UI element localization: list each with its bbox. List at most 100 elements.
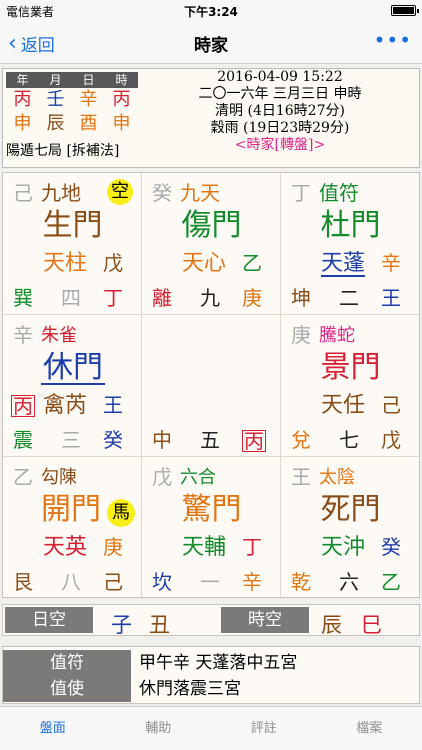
tab-files[interactable]: 檔案 — [317, 707, 422, 750]
tab-board[interactable]: 盤面 — [0, 707, 106, 750]
empty-badge: 空 — [107, 179, 133, 205]
earth-stem: 王 — [381, 286, 401, 310]
palace-number: 六 — [339, 570, 359, 594]
star-stem: 辛 — [381, 251, 401, 275]
branch-hour: 申 — [112, 113, 131, 134]
datetime: 2016-04-09 15:22 — [217, 69, 343, 85]
day-void-1: 子 — [111, 613, 132, 637]
earth-stem: 庚 — [242, 286, 262, 310]
earth-stem: 戊 — [381, 428, 401, 452]
star-stem: 丁 — [242, 535, 262, 559]
heaven-stem: 王 — [291, 465, 311, 489]
pillar-stems: 丙 壬 辛 丙 — [6, 88, 138, 112]
deity: 騰蛇 — [319, 325, 355, 346]
door: 杜門 — [320, 208, 381, 243]
pillar-branches: 申 辰 酉 申 — [6, 112, 138, 136]
branch-day: 酉 — [79, 113, 98, 134]
star: 天蓬 — [321, 251, 366, 277]
lunar-date: 二〇一六年 三月三日 申時 — [198, 86, 362, 102]
deity: 九天 — [180, 181, 220, 205]
info-panel: 年 月 日 時 丙 壬 辛 丙 申 辰 酉 申 陽遁七局 [拆補法] 2016-… — [2, 68, 420, 168]
trigram: 離 — [152, 286, 172, 310]
heaven-stem: 戊 — [152, 465, 172, 489]
star: 天英 — [43, 535, 88, 560]
star-stem: 庚 — [103, 535, 123, 559]
deity: 六合 — [180, 467, 216, 488]
palace-number: 八 — [61, 570, 81, 594]
palace-xun[interactable]: 己 九地 空 生門 天柱 戊 巽 四 丁 — [3, 173, 142, 315]
palace-kun[interactable]: 丁 值符 杜門 天蓬 辛 坤 二 王 — [281, 173, 420, 315]
stem-hour: 丙 — [112, 89, 131, 110]
palace-kan[interactable]: 戊 六合 驚門 天輔 丁 坎 一 辛 — [142, 457, 281, 599]
heaven-stem: 癸 — [152, 181, 172, 205]
heaven-stem: 己 — [13, 181, 33, 205]
star: 天沖 — [321, 535, 366, 560]
palace-number: 七 — [339, 428, 359, 452]
pillar-header-year: 年 — [16, 73, 29, 87]
clock: 下午3:24 — [184, 5, 238, 19]
solar-term-1: 清明 (4日16時27分) — [215, 103, 345, 119]
door: 生門 — [42, 208, 103, 243]
day-void-2: 丑 — [149, 613, 170, 637]
star: 禽芮 — [43, 393, 88, 418]
date-info: 2016-04-09 15:22 二〇一六年 三月三日 申時 清明 (4日16時… — [141, 69, 419, 154]
four-pillars: 年 月 日 時 丙 壬 辛 丙 申 辰 酉 申 陽遁七局 [拆補法] — [6, 72, 138, 160]
zhishi-text: 休門落震三宮 — [139, 679, 241, 699]
palace-grid: 己 九地 空 生門 天柱 戊 巽 四 丁 癸 九天 傷門 天心 乙 離 九 庚 … — [2, 172, 420, 599]
palace-qian[interactable]: 王 太陰 死門 天沖 癸 乾 六 乙 — [281, 457, 420, 599]
deity: 九地 — [41, 181, 81, 205]
status-bar: 電信業者 下午3:24 — [0, 0, 422, 20]
palace-number: 五 — [200, 428, 220, 452]
star-stem: 癸 — [381, 535, 401, 559]
earth-stem: 己 — [103, 570, 123, 594]
star-stem: 戊 — [103, 251, 123, 275]
door: 開門 — [41, 492, 101, 527]
palace-number: 二 — [339, 286, 359, 310]
tab-assist[interactable]: 輔助 — [106, 707, 212, 750]
trigram: 坤 — [291, 286, 311, 310]
trigram: 兌 — [291, 428, 311, 452]
trigram: 乾 — [291, 570, 311, 594]
zhifu-text: 甲午辛 天蓬落中五宮 — [139, 653, 298, 673]
summary-panel: 值符 甲午辛 天蓬落中五宮 值使 休門落震三宮 — [2, 646, 420, 704]
zhifu-label: 值符 — [3, 650, 131, 676]
heaven-stem: 辛 — [13, 323, 33, 347]
branch-year: 申 — [13, 113, 32, 134]
ju-label: 陽遁七局 [拆補法] — [6, 143, 120, 159]
page-title: 時家 — [194, 36, 228, 56]
deity: 勾陳 — [41, 467, 77, 488]
hour-void-2: 巳 — [361, 613, 382, 637]
star-stem: 王 — [103, 393, 123, 417]
star: 天任 — [321, 393, 366, 418]
stem-year: 丙 — [13, 89, 32, 110]
heaven-stem: 庚 — [291, 323, 311, 347]
branch-month: 辰 — [46, 113, 65, 134]
heaven-stem: 丁 — [291, 181, 311, 205]
door: 傷門 — [181, 208, 242, 243]
trigram: 艮 — [13, 570, 33, 594]
door: 休門 — [41, 350, 105, 385]
day-void-label: 日空 — [5, 607, 93, 633]
palace-li[interactable]: 癸 九天 傷門 天心 乙 離 九 庚 — [142, 173, 281, 315]
trigram: 坎 — [152, 570, 172, 594]
palace-number: 三 — [61, 428, 81, 452]
star-stem: 己 — [381, 393, 401, 417]
palace-dui[interactable]: 庚 騰蛇 景門 天任 己 兌 七 戊 — [281, 315, 420, 457]
more-icon[interactable]: ••• — [374, 28, 412, 52]
trigram: 中 — [152, 428, 172, 452]
tab-bar: 盤面 輔助 評註 檔案 — [0, 706, 422, 750]
trigram: 震 — [13, 428, 33, 452]
earth-stem: 乙 — [381, 570, 401, 594]
palace-gen[interactable]: 乙 勾陳 開門 馬 天英 庚 艮 八 己 — [3, 457, 142, 599]
tab-notes[interactable]: 評註 — [211, 707, 317, 750]
battery-icon — [391, 5, 419, 16]
heaven-stem: 乙 — [13, 465, 33, 489]
chart-mode-link[interactable]: <時家[轉盤]> — [141, 137, 419, 154]
palace-number: 九 — [200, 286, 220, 310]
pillar-header-day: 日 — [82, 73, 95, 87]
pillar-header-hour: 時 — [115, 73, 128, 87]
palace-center[interactable]: 中 五 丙 — [142, 315, 281, 457]
palace-zhen[interactable]: 辛 朱雀 休門 丙 禽芮 王 震 三 癸 — [3, 315, 142, 457]
palace-number: 四 — [61, 286, 81, 310]
pillar-headers: 年 月 日 時 — [6, 72, 138, 88]
